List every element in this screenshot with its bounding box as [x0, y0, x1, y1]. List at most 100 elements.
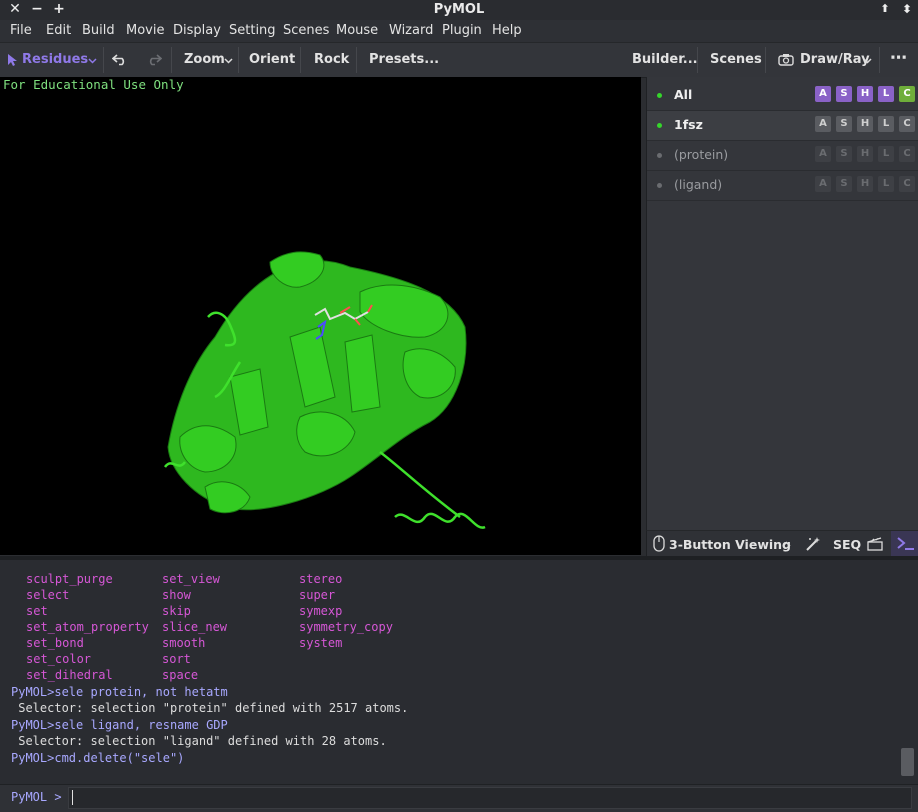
- label-button-l[interactable]: L: [878, 86, 894, 102]
- menu-scenes[interactable]: Scenes: [283, 23, 329, 38]
- menu-build[interactable]: Build: [82, 23, 115, 38]
- object-name[interactable]: (ligand): [674, 177, 722, 192]
- mouse-mode-button[interactable]: 3-Button Viewing: [669, 537, 791, 552]
- label-button-l[interactable]: L: [878, 146, 894, 162]
- command-name: symmetry_copy: [299, 620, 393, 634]
- panel-footer: 3-Button Viewing SEQ: [646, 530, 918, 557]
- molecular-viewer[interactable]: For Educational Use Only: [0, 77, 641, 555]
- show-button-s[interactable]: S: [836, 116, 852, 132]
- action-button-a[interactable]: A: [815, 116, 831, 132]
- command-name: super: [299, 588, 336, 602]
- enabled-indicator[interactable]: [657, 93, 662, 98]
- orient-button[interactable]: Orient: [249, 52, 295, 67]
- title-bar: ✕ − + PyMOL ⬆ ⬍: [0, 0, 918, 20]
- console-output-line: Selector: selection "protein" defined wi…: [11, 701, 409, 715]
- menu-file[interactable]: File: [10, 23, 32, 38]
- color-button-c[interactable]: C: [899, 146, 915, 162]
- chevron-down-icon[interactable]: [863, 58, 872, 64]
- terminal-icon[interactable]: [897, 537, 915, 551]
- object-row-ligand[interactable]: (ligand) A S H L C: [647, 171, 918, 201]
- protein-cartoon: [163, 251, 486, 529]
- magic-wand-icon[interactable]: [805, 536, 821, 552]
- zoom-button[interactable]: Zoom: [184, 52, 225, 67]
- show-button-s[interactable]: S: [836, 146, 852, 162]
- pointer-icon: [8, 54, 17, 66]
- command-name: sort: [162, 652, 191, 666]
- object-row-protein[interactable]: (protein) A S H L C: [647, 141, 918, 171]
- show-button-s[interactable]: S: [836, 86, 852, 102]
- command-prompt-label: PyMOL >: [11, 790, 62, 804]
- console-toggle-bg[interactable]: [891, 531, 918, 557]
- sequence-button[interactable]: SEQ: [833, 537, 861, 552]
- color-button-c[interactable]: C: [899, 86, 915, 102]
- console-prompt-line: PyMOL>sele protein, not hetatm: [11, 685, 228, 699]
- command-name: show: [162, 588, 191, 602]
- chevron-up-icon[interactable]: [782, 541, 791, 547]
- menu-wizard[interactable]: Wizard: [389, 23, 433, 38]
- console-output-line: Selector: selection "ligand" defined wit…: [11, 734, 387, 748]
- command-name: space: [162, 668, 199, 682]
- command-name: slice_new: [162, 620, 228, 634]
- scenes-button[interactable]: Scenes: [710, 52, 762, 67]
- mouse-icon: [653, 535, 665, 552]
- label-button-l[interactable]: L: [878, 176, 894, 192]
- hide-button-h[interactable]: H: [857, 86, 873, 102]
- enabled-indicator[interactable]: [657, 153, 662, 158]
- console-scrollbar[interactable]: [901, 748, 914, 776]
- redo-icon[interactable]: [146, 52, 162, 66]
- window-title: PyMOL: [433, 2, 485, 17]
- object-name[interactable]: All: [674, 87, 692, 102]
- selection-mode-button[interactable]: Residues: [22, 52, 88, 67]
- draw-ray-button[interactable]: Draw/Ray: [800, 52, 870, 67]
- builder-button[interactable]: Builder...: [632, 52, 698, 67]
- clapperboard-icon[interactable]: [867, 537, 883, 551]
- hide-button-h[interactable]: H: [857, 176, 873, 192]
- console-prompt-line: PyMOL>cmd.delete("sele"): [11, 751, 185, 765]
- command-name: set_color: [26, 652, 92, 666]
- hide-button-h[interactable]: H: [857, 116, 873, 132]
- object-row-1fsz[interactable]: 1fsz A S H L C: [647, 111, 918, 141]
- chevron-down-icon[interactable]: [88, 58, 97, 64]
- command-name: set_view: [162, 572, 220, 586]
- command-line: PyMOL >: [0, 784, 918, 812]
- object-name[interactable]: 1fsz: [674, 117, 703, 132]
- console-output[interactable]: sculpt_purge select set set_atom_propert…: [0, 556, 918, 788]
- command-name: smooth: [162, 636, 206, 650]
- command-name: set_dihedral: [26, 668, 113, 682]
- action-button-a[interactable]: A: [815, 176, 831, 192]
- more-options-icon[interactable]: ⋯: [890, 48, 907, 68]
- presets-button[interactable]: Presets...: [369, 52, 439, 67]
- object-panel: All A S H L C 1fsz A S H L C (protein) A…: [646, 77, 918, 530]
- shade-icon[interactable]: ⬍: [900, 1, 914, 17]
- keep-above-icon[interactable]: ⬆: [878, 1, 892, 17]
- command-name: select: [26, 588, 70, 602]
- menu-help[interactable]: Help: [492, 23, 522, 38]
- menu-movie[interactable]: Movie: [126, 23, 164, 38]
- object-row-all[interactable]: All A S H L C: [647, 81, 918, 111]
- show-button-s[interactable]: S: [836, 176, 852, 192]
- rock-button[interactable]: Rock: [314, 52, 349, 67]
- hide-button-h[interactable]: H: [857, 146, 873, 162]
- enabled-indicator[interactable]: [657, 183, 662, 188]
- menu-edit[interactable]: Edit: [46, 23, 71, 38]
- object-name[interactable]: (protein): [674, 147, 728, 162]
- color-button-c[interactable]: C: [899, 176, 915, 192]
- undo-icon[interactable]: [112, 52, 128, 66]
- menu-plugin[interactable]: Plugin: [442, 23, 482, 38]
- menu-bar: File Edit Build Movie Display Setting Sc…: [0, 20, 918, 42]
- action-button-a[interactable]: A: [815, 146, 831, 162]
- text-cursor: [72, 790, 73, 805]
- menu-display[interactable]: Display: [173, 23, 221, 38]
- menu-setting[interactable]: Setting: [229, 23, 276, 38]
- toolbar: Residues Zoom Orient Rock Presets... Bui…: [0, 42, 918, 78]
- command-name: set_bond: [26, 636, 84, 650]
- enabled-indicator[interactable]: [657, 123, 662, 128]
- command-name: stereo: [299, 572, 343, 586]
- action-button-a[interactable]: A: [815, 86, 831, 102]
- color-button-c[interactable]: C: [899, 116, 915, 132]
- chevron-down-icon[interactable]: [224, 58, 233, 64]
- command-name: skip: [162, 604, 191, 618]
- command-input[interactable]: [68, 787, 912, 809]
- label-button-l[interactable]: L: [878, 116, 894, 132]
- menu-mouse[interactable]: Mouse: [336, 23, 378, 38]
